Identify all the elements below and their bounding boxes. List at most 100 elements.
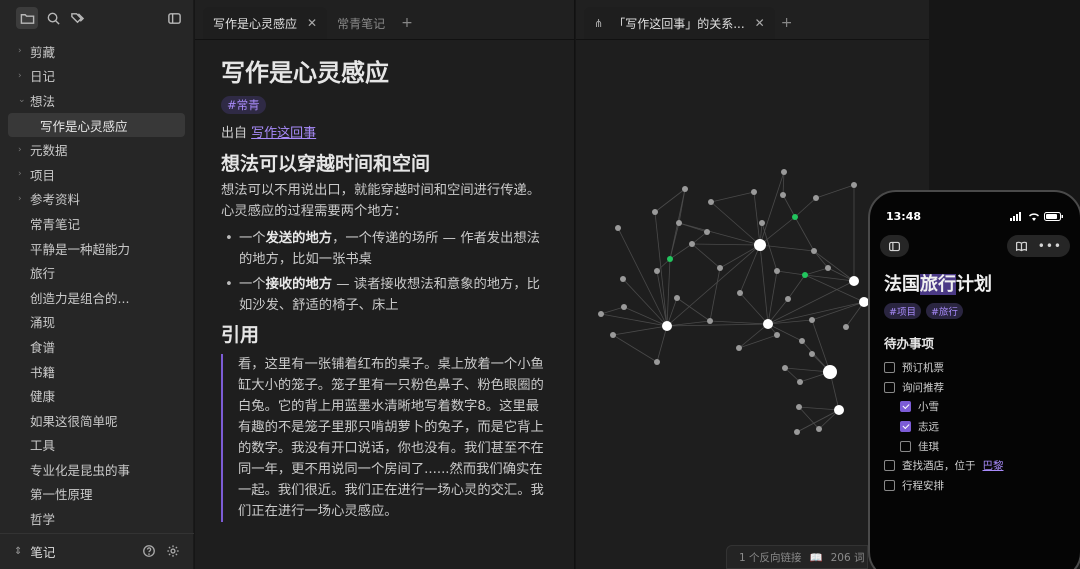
graph-node[interactable] xyxy=(707,318,713,324)
graph-node[interactable] xyxy=(654,268,660,274)
graph-node[interactable] xyxy=(785,296,791,302)
graph-node[interactable] xyxy=(615,225,621,231)
sidebar-item[interactable]: › 日记 xyxy=(0,64,193,89)
graph-node[interactable] xyxy=(811,248,817,254)
graph-node[interactable] xyxy=(792,214,798,220)
graph-node[interactable] xyxy=(782,365,788,371)
todo-checkbox[interactable] xyxy=(884,381,895,393)
graph-node[interactable] xyxy=(781,169,787,175)
bookmark-tag-icon[interactable] xyxy=(68,9,86,27)
tag-project[interactable]: #项目 xyxy=(884,303,921,319)
graph-node[interactable] xyxy=(708,199,714,205)
todo-checkbox[interactable] xyxy=(900,401,911,413)
tab-evergreen-notes[interactable]: 常青笔记 xyxy=(327,7,395,39)
tab-local-graph[interactable]: ⋔ 「写作这回事」的关系... ✕ xyxy=(584,7,775,39)
tag-travel[interactable]: #旅行 xyxy=(925,303,963,319)
todo-link[interactable]: 巴黎 xyxy=(983,458,1004,473)
graph-node[interactable] xyxy=(825,265,831,271)
source-link[interactable]: 写作这回事 xyxy=(251,126,316,141)
graph-node[interactable] xyxy=(754,239,766,251)
graph-node[interactable] xyxy=(737,290,743,296)
graph-node[interactable] xyxy=(759,220,765,226)
close-icon[interactable]: ✕ xyxy=(307,16,317,30)
vault-switcher[interactable]: ⇕ 笔记 xyxy=(0,533,194,569)
todo-checkbox[interactable] xyxy=(900,440,911,452)
sidebar-item[interactable]: › 参考资料 xyxy=(0,187,193,212)
graph-node[interactable] xyxy=(834,405,844,415)
graph-node[interactable] xyxy=(682,186,688,192)
graph-node[interactable] xyxy=(667,256,673,262)
graph-node[interactable] xyxy=(816,426,822,432)
more-dots-icon[interactable]: ••• xyxy=(1038,239,1062,253)
graph-node[interactable] xyxy=(620,276,626,282)
help-icon[interactable] xyxy=(142,544,158,560)
graph-node[interactable] xyxy=(813,195,819,201)
sidebar-item[interactable]: 工具 xyxy=(0,433,193,458)
graph-node[interactable] xyxy=(797,379,803,385)
sidebar-item[interactable]: 常青笔记 xyxy=(0,211,193,236)
graph-node[interactable] xyxy=(763,319,773,329)
graph-node[interactable] xyxy=(774,332,780,338)
sidebar-item[interactable]: ⌄ 想法 xyxy=(0,88,193,113)
graph-node[interactable] xyxy=(736,345,742,351)
graph-node[interactable] xyxy=(610,332,616,338)
new-tab-plus-icon[interactable]: + xyxy=(395,7,419,39)
graph-node[interactable] xyxy=(717,265,723,271)
todo-checkbox[interactable] xyxy=(884,479,895,491)
graph-node[interactable] xyxy=(689,241,695,247)
graph-node[interactable] xyxy=(809,351,815,357)
graph-node[interactable] xyxy=(809,317,815,323)
chevron-right-icon: › xyxy=(18,169,22,180)
sidebar-item[interactable]: › 剪藏 xyxy=(0,39,193,64)
settings-gear-icon[interactable] xyxy=(166,544,182,560)
sidebar-toggle-icon[interactable] xyxy=(165,9,183,27)
sidebar-item[interactable]: 哲学 xyxy=(0,506,193,531)
bullet-list: 一个发送的地方，一个传递的场所 — 作者发出想法的地方，比如一张书桌 一个接收的… xyxy=(221,228,548,316)
graph-node[interactable] xyxy=(774,268,780,274)
graph-node[interactable] xyxy=(674,295,680,301)
graph-node[interactable] xyxy=(802,272,808,278)
sidebar-item[interactable]: 健康 xyxy=(0,383,193,408)
todo-checkbox[interactable] xyxy=(884,362,895,374)
graph-node[interactable] xyxy=(751,189,757,195)
phone-actions[interactable]: ••• xyxy=(1006,235,1070,257)
graph-node[interactable] xyxy=(598,311,604,317)
graph-node[interactable] xyxy=(823,365,837,379)
sidebar-item[interactable]: 食谱 xyxy=(0,334,193,359)
todo-checkbox[interactable] xyxy=(900,421,911,433)
graph-node[interactable] xyxy=(794,429,800,435)
search-icon[interactable] xyxy=(44,9,62,27)
graph-node[interactable] xyxy=(654,359,660,365)
sidebar-item[interactable]: 第一性原理 xyxy=(0,482,193,507)
sidebar-item[interactable]: 如果这很简单呢 xyxy=(0,408,193,433)
sidebar-item[interactable]: 专业化是昆虫的事 xyxy=(0,457,193,482)
graph-node[interactable] xyxy=(799,338,805,344)
tab-writing-telepathy[interactable]: 写作是心灵感应 ✕ xyxy=(203,7,328,39)
sidebar-item[interactable]: 创造力是组合的... xyxy=(0,285,193,310)
book-open-icon[interactable] xyxy=(1015,240,1028,253)
todo-checkbox[interactable] xyxy=(884,460,895,472)
graph-node[interactable] xyxy=(796,404,802,410)
graph-node[interactable] xyxy=(780,192,786,198)
new-tab-plus-icon[interactable]: + xyxy=(775,7,799,39)
graph-node[interactable] xyxy=(851,182,857,188)
graph-node[interactable] xyxy=(662,321,672,331)
graph-node[interactable] xyxy=(843,324,849,330)
graph-node[interactable] xyxy=(676,220,682,226)
sidebar-item[interactable]: › 元数据 xyxy=(0,137,193,162)
phone-sidebar-button[interactable] xyxy=(880,235,909,257)
graph-node[interactable] xyxy=(652,209,658,215)
folder-icon[interactable] xyxy=(16,7,38,29)
sidebar-item[interactable]: 旅行 xyxy=(0,260,193,285)
graph-node[interactable] xyxy=(849,276,859,286)
graph-node[interactable] xyxy=(621,304,627,310)
sidebar-item[interactable]: 写作是心灵感应 xyxy=(8,112,185,138)
close-icon[interactable]: ✕ xyxy=(755,16,765,30)
sidebar-item[interactable]: 涌现 xyxy=(0,310,193,335)
sidebar-item[interactable]: › 项目 xyxy=(0,162,193,187)
sidebar-item[interactable]: 平静是一种超能力 xyxy=(0,236,193,261)
graph-node[interactable] xyxy=(704,229,710,235)
sidebar-item[interactable]: 书籍 xyxy=(0,359,193,384)
backlinks-count[interactable]: 1 个反向链接 xyxy=(739,550,802,565)
tag-evergreen[interactable]: #常青 xyxy=(221,96,266,114)
